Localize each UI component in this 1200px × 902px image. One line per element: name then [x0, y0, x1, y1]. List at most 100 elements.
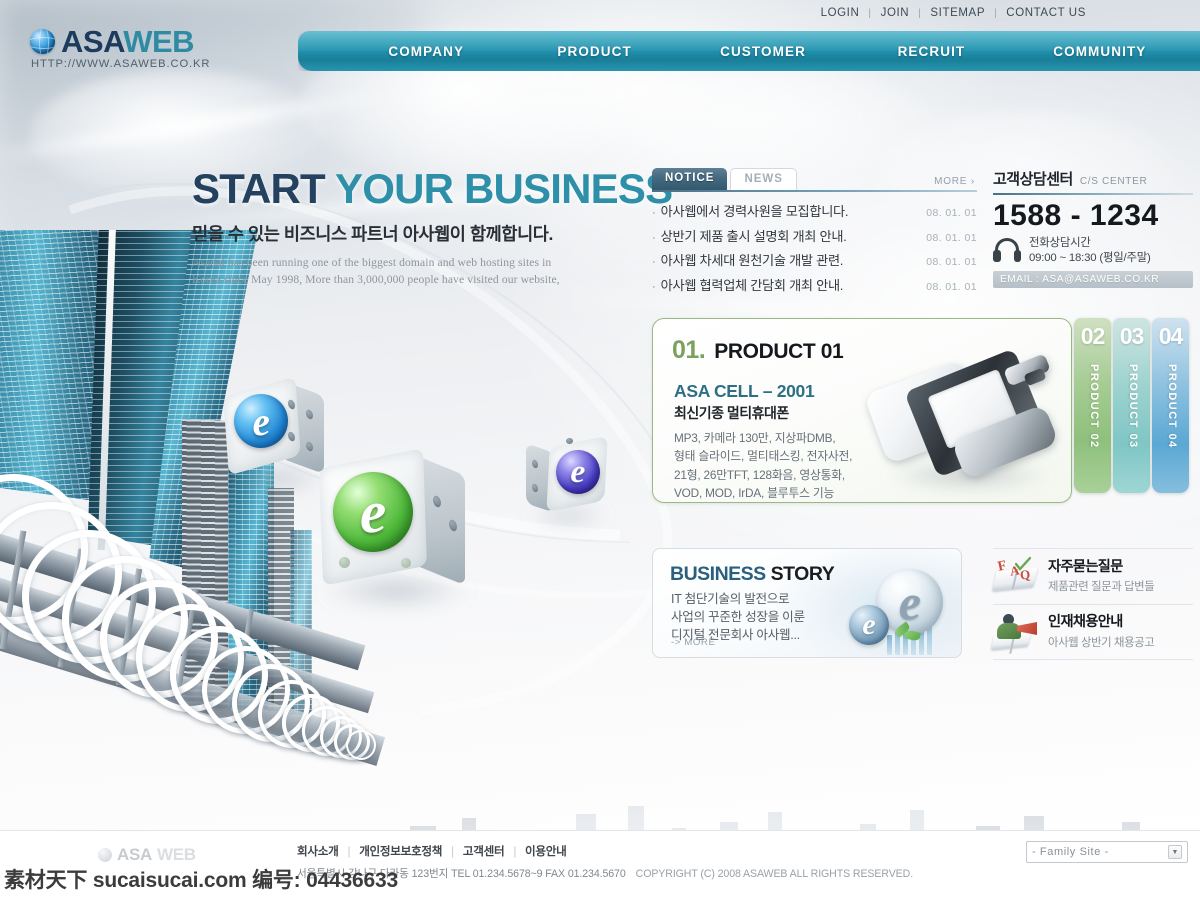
product-panel-01: 01. PRODUCT 01 ASA CELL – 2001 최신기종 멀티휴대…	[652, 318, 1072, 503]
recruit-title: 인재채용안내	[1048, 614, 1123, 631]
product-showcase: 01. PRODUCT 01 ASA CELL – 2001 최신기종 멀티휴대…	[652, 318, 1192, 503]
footer-link-privacy[interactable]: 개인정보보호정책	[359, 845, 442, 858]
dice-cube-green: e	[315, 448, 475, 610]
cs-hours-label: 전화상담시간	[1029, 236, 1091, 249]
notice-item[interactable]: · 아사웹 차세대 원천기술 개발 관련. 08. 01. 01	[652, 250, 977, 269]
cs-email-bar[interactable]: EMAIL : ASA@ASAWEB.CO.KR	[993, 270, 1193, 288]
login-link[interactable]: LOGIN	[819, 7, 862, 19]
business-story-line: 사업의 꾸준한 성장을 이룬	[671, 609, 805, 624]
product-tab-label: PRODUCT 04	[1166, 364, 1178, 449]
divider: |	[868, 8, 872, 19]
notice-item-date: 08. 01. 01	[926, 280, 977, 293]
quick-links-panel: F A Q 자주묻는질문 제품관련 질문과 답변들 인재채용안내 아사웹 상반기…	[990, 548, 1193, 660]
notice-item[interactable]: · 아사웹에서 경력사원을 모집합니다. 08. 01. 01	[652, 201, 977, 220]
site-logo[interactable]: ASAWEB HTTP://WWW.ASAWEB.CO.KR	[30, 26, 210, 70]
cs-hours-value: 09:00 ~ 18:30 (평일/주말)	[1029, 251, 1151, 264]
dice-pip	[566, 438, 573, 444]
product-model-name: ASA CELL – 2001	[674, 381, 815, 401]
sitemap-link[interactable]: SITEMAP	[928, 7, 987, 19]
business-story-panel[interactable]: BUSINESS STORY IT 첨단기술의 발전으로 사업의 꾸준한 성장을…	[652, 548, 962, 658]
nav-item-recruit[interactable]: RECRUIT	[847, 44, 1015, 59]
nav-item-customer[interactable]: CUSTOMER	[679, 44, 847, 59]
notice-item[interactable]: · 상반기 제품 출시 설명회 개최 안내. 08. 01. 01	[652, 226, 977, 245]
cs-hours-row: 전화상담시간 09:00 ~ 18:30 (평일/주말)	[993, 236, 1193, 266]
faq-desc: 제품관련 질문과 답변들	[1048, 581, 1155, 594]
tab-news[interactable]: NEWS	[730, 168, 797, 190]
footer-link-support[interactable]: 고객센터	[463, 845, 505, 858]
product-tab-04[interactable]: 04 PRODUCT 04	[1152, 318, 1189, 493]
product-specs: MP3, 카메라 130만, 지상파DMB, 형태 슬라이드, 멀티태스킹, 전…	[674, 429, 852, 502]
join-link[interactable]: JOIN	[879, 7, 912, 19]
nav-item-product[interactable]: PRODUCT	[510, 44, 678, 59]
family-site-select[interactable]: - Family Site - ▼	[1026, 841, 1188, 863]
dice-cube-purple: e	[526, 435, 610, 528]
nav-items: COMPANY PRODUCT CUSTOMER RECRUIT COMMUNI…	[298, 31, 1200, 71]
product-spec-line: MP3, 카메라 130만, 지상파DMB,	[674, 431, 836, 445]
hero-subtitle: 믿을 수 있는 비즈니스 파트너 아사웹이 함께합니다.	[192, 223, 553, 244]
product-spec-line: 21형, 26만TFT, 128화음, 영상통화,	[674, 467, 846, 482]
faq-text: 자주묻는질문 제품관련 질문과 답변들	[1048, 559, 1155, 594]
product-number: 01.	[672, 336, 706, 364]
main-navigation: COMPANY PRODUCT CUSTOMER RECRUIT COMMUNI…	[298, 31, 1200, 71]
hero-text-block: START YOUR BUSINESS 믿을 수 있는 비즈니스 파트너 아사웹…	[192, 167, 673, 289]
footer-link-terms[interactable]: 이용안내	[525, 845, 567, 858]
product-tab-02[interactable]: 02 PRODUCT 02	[1074, 318, 1111, 493]
divider: |	[513, 845, 517, 858]
notice-tabs: NOTICE NEWS MORE ›	[652, 168, 977, 190]
hero-english-line2: Korea since May 1998, More than 3,000,00…	[192, 272, 560, 286]
cs-header: 고객상담센터 C/S CENTER	[993, 168, 1193, 193]
hero-headline: START YOUR BUSINESS	[192, 167, 673, 211]
logo-web: WEB	[123, 24, 195, 59]
notice-item[interactable]: · 아사웹 협력업체 간담회 개최 안내. 08. 01. 01	[652, 275, 977, 294]
dice-pip	[401, 558, 411, 568]
product-tab-number: 02	[1080, 323, 1106, 349]
divider: |	[347, 845, 351, 858]
check-mark-icon	[1015, 556, 1031, 571]
notice-item-date: 08. 01. 01	[926, 231, 977, 244]
globe-icon	[98, 848, 112, 862]
product-spec-line: VOD, MOD, IrDA, 블루투스 기능	[674, 485, 835, 500]
contact-us-link[interactable]: CONTACT US	[1004, 7, 1088, 19]
product-tab-label: PRODUCT 02	[1088, 364, 1100, 449]
business-story-title: BUSINESS STORY	[670, 563, 835, 586]
recruit-person-icon	[990, 612, 1037, 652]
faq-book-icon: F A Q	[992, 556, 1038, 597]
logo-asa: ASA	[61, 24, 124, 59]
product-tab-label: PRODUCT 03	[1127, 364, 1139, 449]
product-model-kr: 최신기종 멀티휴대폰	[674, 405, 789, 421]
business-story-more-link[interactable]: -> MORE	[671, 637, 715, 648]
bullet-icon: ·	[652, 256, 656, 268]
business-story-title-b: STORY	[770, 563, 835, 585]
nav-item-community[interactable]: COMMUNITY	[1016, 44, 1184, 59]
notice-more-link[interactable]: MORE ›	[934, 176, 975, 187]
quick-link-recruit[interactable]: 인재채용안내 아사웹 상반기 채용공고	[990, 604, 1193, 659]
notice-item-title: 아사웹 협력업체 간담회 개최 안내.	[660, 277, 844, 293]
footer-logo: ASA WEB	[98, 845, 196, 865]
chevron-down-icon[interactable]: ▼	[1168, 845, 1182, 859]
logo-url: HTTP://WWW.ASAWEB.CO.KR	[31, 58, 211, 70]
notice-item-title: 아사웹에서 경력사원을 모집합니다.	[660, 204, 849, 219]
cell-phone-image	[863, 348, 1065, 494]
cs-divider	[993, 193, 1193, 195]
recruit-text: 인재채용안내 아사웹 상반기 채용공고	[1048, 614, 1155, 649]
cs-phone-number: 1588 - 1234	[993, 199, 1159, 232]
divider: |	[451, 845, 454, 858]
logo-row: ASAWEB	[30, 26, 210, 57]
product-tab-03[interactable]: 03 PRODUCT 03	[1113, 318, 1150, 493]
recruit-desc: 아사웹 상반기 채용공고	[1048, 636, 1155, 649]
family-site-label: - Family Site -	[1032, 846, 1109, 858]
globe-icon	[30, 29, 55, 54]
hero-english-copy: Asadal has been running one of the bigge…	[192, 255, 672, 289]
quick-link-faq[interactable]: F A Q 자주묻는질문 제품관련 질문과 답변들	[992, 549, 1193, 604]
cs-title: 고객상담센터	[993, 171, 1073, 188]
divider: |	[994, 8, 998, 19]
divider: |	[918, 8, 922, 19]
nav-item-company[interactable]: COMPANY	[342, 44, 510, 59]
footer-link-about[interactable]: 회사소개	[297, 845, 339, 858]
notice-item-title: 상반기 제품 출시 설명회 개최 안내.	[660, 228, 847, 244]
watermark: 素材天下 sucaisucai.com 编号: 04436633	[4, 869, 398, 892]
headset-icon	[993, 237, 1021, 264]
cs-center-panel: 고객상담센터 C/S CENTER 1588 - 1234 전화상담시간 09:…	[993, 168, 1193, 288]
tab-notice[interactable]: NOTICE	[652, 168, 728, 190]
product-header: 01. PRODUCT 01	[672, 336, 844, 365]
